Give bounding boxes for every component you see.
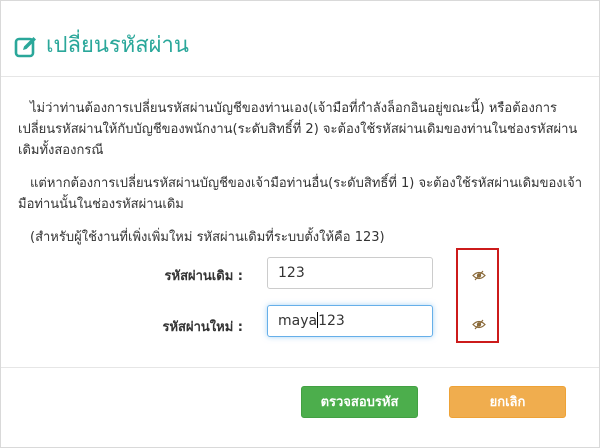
new-password-value-part-2: 123: [318, 313, 345, 329]
info-paragraph-3: (สำหรับผู้ใช้งานที่เพิ่งเพิ่มใหม่ รหัสผ่…: [30, 230, 385, 245]
info-paragraph-2: แต่หากต้องการเปลี่ยนรหัสผ่านบัญชีของเจ้า…: [18, 173, 584, 215]
dialog-title: เปลี่ยนรหัสผ่าน: [46, 33, 189, 58]
eye-slash-icon[interactable]: [472, 270, 486, 281]
change-password-dialog: เปลี่ยนรหัสผ่าน ไม่ว่าท่านต้องการเปลี่ยน…: [0, 0, 600, 448]
highlight-box: [456, 248, 499, 343]
new-password-value-part-1: maya: [278, 313, 318, 329]
info-paragraph-1-text: ไม่ว่าท่านต้องการเปลี่ยนรหัสผ่านบัญชีของ…: [18, 101, 578, 158]
cancel-button[interactable]: ยกเลิก: [449, 386, 566, 418]
check-password-button[interactable]: ตรวจสอบรหัส: [301, 386, 418, 418]
dialog-body: ไม่ว่าท่านต้องการเปลี่ยนรหัสผ่านบัญชีของ…: [1, 77, 599, 367]
dialog-footer: ตรวจสอบรหัส ยกเลิก: [1, 367, 599, 448]
info-paragraph-1: ไม่ว่าท่านต้องการเปลี่ยนรหัสผ่านบัญชีของ…: [18, 98, 584, 161]
dialog-header: เปลี่ยนรหัสผ่าน: [1, 1, 599, 77]
info-paragraph-2-text: แต่หากต้องการเปลี่ยนรหัสผ่านบัญชีของเจ้า…: [18, 176, 583, 212]
old-password-value: 123: [278, 265, 305, 281]
old-password-label: รหัสผ่านเดิม :: [164, 269, 243, 284]
new-password-input[interactable]: maya123: [267, 305, 433, 337]
old-password-input[interactable]: 123: [267, 257, 433, 289]
eye-slash-icon[interactable]: [472, 319, 486, 330]
edit-icon: [14, 37, 36, 58]
new-password-label: รหัสผ่านใหม่ :: [162, 320, 243, 335]
